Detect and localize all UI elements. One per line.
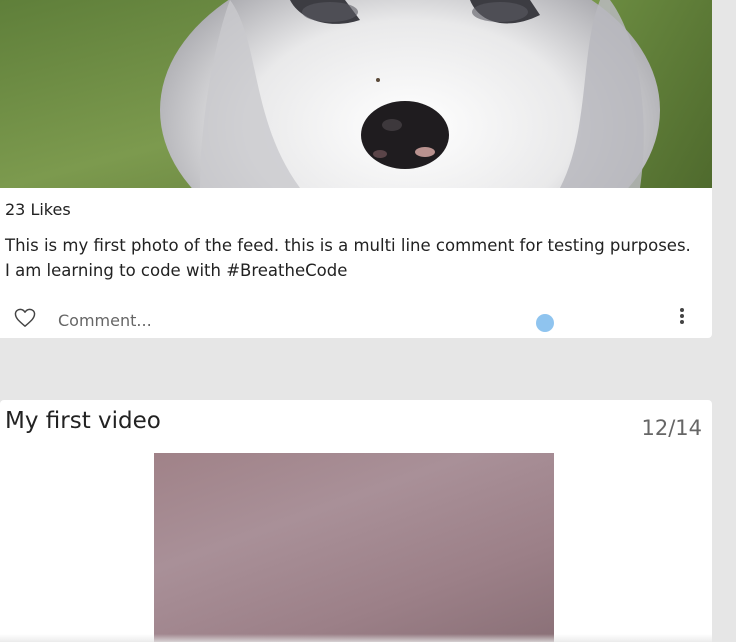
caption-line: I am learning to code with #BreatheCode: [5, 261, 348, 280]
likes-count: 23 Likes: [5, 200, 71, 219]
comment-input[interactable]: [58, 306, 498, 334]
heart-outline-icon[interactable]: [14, 308, 36, 328]
video-post-card: My first video 12/14: [0, 400, 712, 642]
post-actions: [0, 304, 712, 336]
photo-post-card: 23 Likes This is my first photo of the f…: [0, 0, 712, 338]
video-title: My first video: [5, 408, 161, 434]
scroll-fade: [0, 634, 736, 642]
video-date: 12/14: [641, 416, 702, 440]
post-caption: This is my first photo of the feed. this…: [5, 233, 705, 283]
mouse-cursor-indicator: [536, 314, 554, 332]
post-photo[interactable]: [0, 0, 712, 188]
puppy-photo-image: [0, 0, 712, 188]
feed: 23 Likes This is my first photo of the f…: [0, 0, 736, 642]
caption-line: This is my first photo of the feed. this…: [5, 236, 691, 255]
video-player[interactable]: [154, 453, 554, 642]
more-vertical-icon[interactable]: [672, 306, 692, 330]
